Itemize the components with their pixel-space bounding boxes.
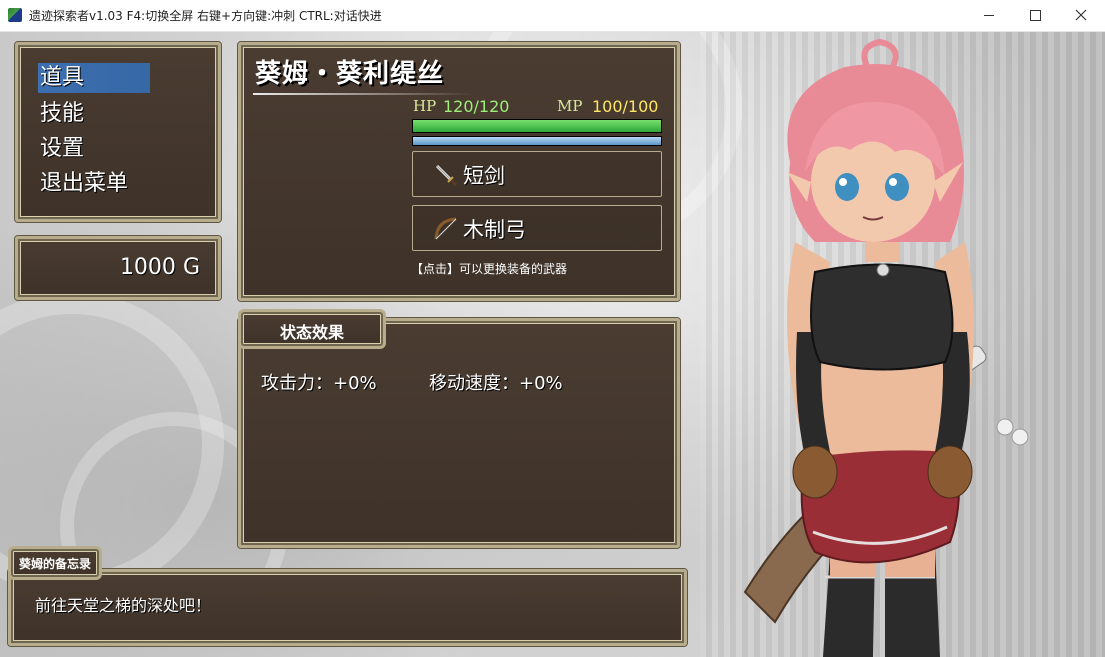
status-effects-tab: 状态效果 xyxy=(238,309,386,349)
status-effects-panel: 攻击力：+0% 移动速度：+0% xyxy=(238,318,680,548)
short-sword-icon xyxy=(435,164,458,187)
weapon-label: 木制弓 xyxy=(463,218,526,242)
wooden-bow-icon xyxy=(434,217,457,240)
memo-tab: 葵姆的备忘录 xyxy=(8,546,102,580)
hp-bar-track xyxy=(412,119,662,133)
gold-amount: 1000 xyxy=(119,255,176,280)
hp-bar-fill xyxy=(413,120,661,132)
name-underline xyxy=(253,93,473,95)
memo-text: 前往天堂之梯的深处吧！ xyxy=(35,596,212,615)
main-menu-panel: 道具 技能 设置 退出菜单 xyxy=(15,42,221,222)
mp-bar-track xyxy=(412,136,662,146)
close-button[interactable] xyxy=(1058,0,1104,31)
attack-effect: 攻击力：+0% xyxy=(261,373,377,394)
character-portrait xyxy=(743,38,1029,657)
gold-panel: 1000 G xyxy=(15,236,221,300)
gold-display: 1000 G xyxy=(120,255,200,280)
move-speed-effect: 移动速度：+0% xyxy=(429,373,563,394)
weapon-slot-wooden-bow[interactable]: 木制弓 xyxy=(412,205,662,251)
window-title: 遗迹探索者v1.03 F4:切换全屏 右键+方向键:冲刺 CTRL:对话快进 xyxy=(29,9,382,23)
app-icon xyxy=(8,8,22,22)
mp-bar-fill xyxy=(413,137,661,145)
window-titlebar: 遗迹探索者v1.03 F4:切换全屏 右键+方向键:冲刺 CTRL:对话快进 xyxy=(0,0,1105,32)
weapon-label: 短剑 xyxy=(463,164,505,188)
menu-item-skills[interactable]: 技能 xyxy=(38,99,150,129)
maximize-button[interactable] xyxy=(1012,0,1058,31)
character-status-panel: 葵姆・葵利缇丝 HP 120/120 MP 100/100 短剑 木制弓 【点击… xyxy=(238,42,680,301)
game-screen: 道具 技能 设置 退出菜单 1000 G 葵姆・葵利缇丝 HP 120/120 … xyxy=(0,32,1105,657)
memo-panel: 前往天堂之梯的深处吧！ xyxy=(8,569,687,646)
mp-label: MP xyxy=(557,97,583,115)
menu-item-settings[interactable]: 设置 xyxy=(38,134,150,164)
minimize-button[interactable] xyxy=(966,0,1012,31)
hp-label: HP xyxy=(413,97,437,115)
gold-unit: G xyxy=(182,255,200,280)
hp-value: 120/120 xyxy=(443,97,510,116)
mp-value: 100/100 xyxy=(592,97,659,116)
memo-title: 葵姆的备忘录 xyxy=(18,557,91,571)
equip-hint: 【点击】可以更换装备的武器 xyxy=(411,262,568,276)
character-name: 葵姆・葵利缇丝 xyxy=(255,59,445,89)
weapon-slot-short-sword[interactable]: 短剑 xyxy=(412,151,662,197)
status-effects-title: 状态效果 xyxy=(279,323,344,342)
menu-item-items[interactable]: 道具 xyxy=(38,63,150,93)
close-icon xyxy=(1075,9,1087,21)
menu-item-exit[interactable]: 退出菜单 xyxy=(38,169,150,199)
